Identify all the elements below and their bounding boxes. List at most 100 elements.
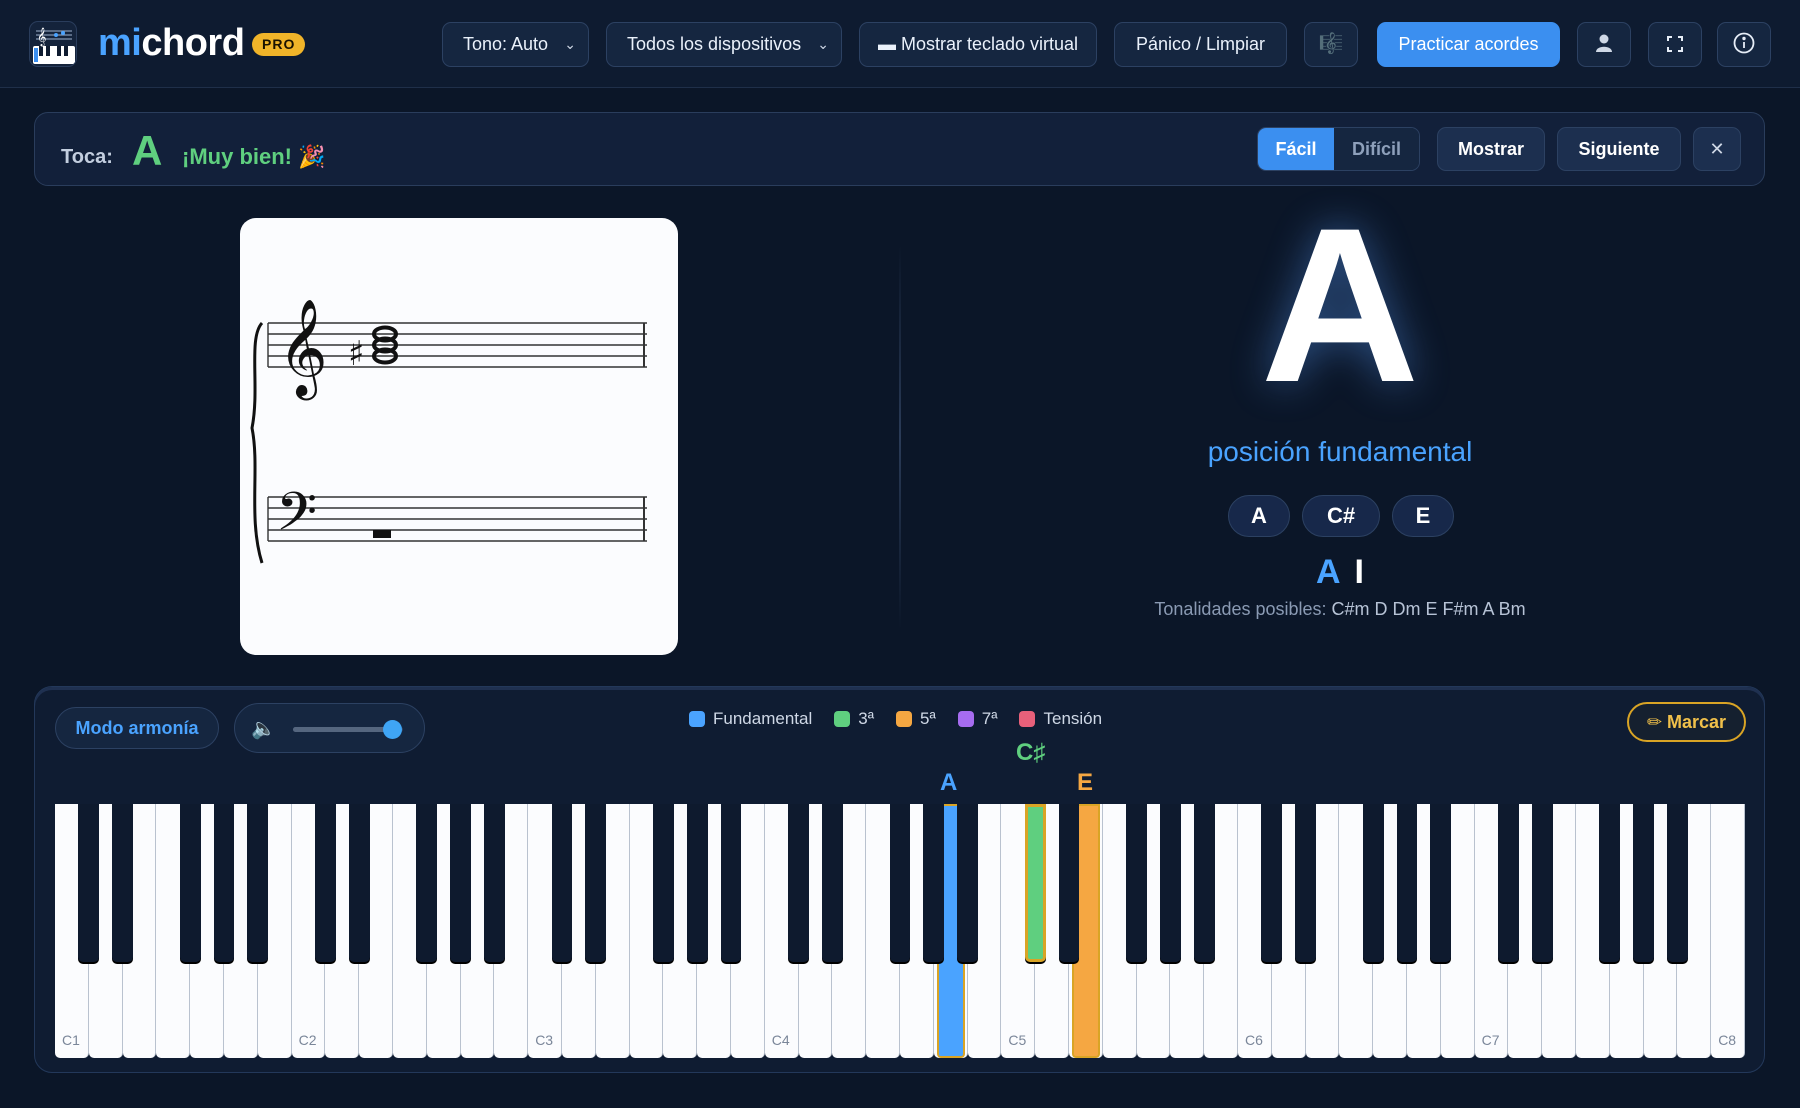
roman-numeral-analysis: AI (1140, 553, 1540, 592)
black-key-d-sharp7[interactable] (1531, 804, 1553, 962)
mark-button[interactable]: ✏ Marcar (1627, 702, 1746, 742)
device-select-value: Todos los dispositivos (627, 34, 802, 54)
black-key-c-sharp2[interactable] (314, 804, 336, 962)
octave-label: C1 (62, 1032, 80, 1048)
prompt-label: Toca: (61, 146, 113, 168)
black-key-d-sharp6[interactable] (1295, 804, 1317, 962)
chord-inversion: posición fundamental (1207, 436, 1473, 467)
legend-item-tension: Tensión (1019, 707, 1102, 731)
device-select[interactable]: Todos los dispositivos ⌄ (606, 22, 842, 67)
feedback-message: ¡Muy bien! 🎉 (182, 144, 326, 169)
treble-clef-icon: 𝄞 (278, 298, 328, 400)
legend-label: 5ª (919, 709, 936, 728)
grand-staff: 𝄞 𝄢 ♯ (250, 298, 647, 564)
legend-item-third: 3ª (834, 707, 874, 731)
black-key-a-sharp4[interactable] (957, 804, 979, 962)
brace (250, 321, 264, 564)
sheet-music-icon: 🎼 (1318, 33, 1344, 55)
chord-note-pill: E (1392, 495, 1454, 537)
black-key-d-sharp3[interactable] (585, 804, 607, 962)
black-key-d-sharp2[interactable] (348, 804, 370, 962)
black-key-d-sharp4[interactable] (821, 804, 843, 962)
highlight-label-third: C♯ (1016, 739, 1046, 766)
show-answer-button[interactable]: Mostrar (1437, 127, 1545, 171)
black-key-d-sharp1[interactable] (112, 804, 134, 962)
black-key-a-sharp6[interactable] (1430, 804, 1452, 962)
black-key-g-sharp7[interactable] (1633, 804, 1655, 962)
legend-item-root: Fundamental (689, 707, 812, 731)
black-key-f-sharp1[interactable] (179, 804, 201, 962)
black-key-f-sharp4[interactable] (889, 804, 911, 962)
black-key-a-sharp1[interactable] (247, 804, 269, 962)
legend-item-fifth: 5ª (895, 707, 936, 731)
difficulty-hard-button[interactable]: Difícil (1334, 128, 1419, 170)
chevron-down-icon: ⌄ (817, 36, 829, 52)
possible-keys: Tonalidades posibles: C#m D Dm E F#m A B… (1040, 599, 1640, 620)
difficulty-toggle: Fácil Difícil (1257, 127, 1420, 171)
black-key-g-sharp4[interactable] (923, 804, 945, 962)
legend-label: Fundamental (713, 709, 813, 728)
octave-label: C7 (1481, 1032, 1500, 1048)
volume-slider-handle[interactable] (383, 720, 402, 739)
fullscreen-button[interactable] (1648, 22, 1702, 67)
roman-numeral: I (1354, 553, 1364, 591)
difficulty-easy-button[interactable]: Fácil (1258, 128, 1334, 170)
black-key-c-sharp1[interactable] (78, 804, 100, 962)
black-key-f-sharp7[interactable] (1599, 804, 1621, 962)
panic-clear-button[interactable]: Pánico / Limpiar (1114, 22, 1287, 67)
black-key-a-sharp2[interactable] (483, 804, 505, 962)
white-key-c8[interactable]: C8 (1711, 804, 1745, 1058)
svg-text:𝄞: 𝄞 (37, 27, 46, 47)
octave-label: C5 (1008, 1032, 1027, 1048)
black-key-g-sharp2[interactable] (450, 804, 472, 962)
chord-note-pill: C# (1302, 495, 1380, 537)
close-practice-button[interactable]: ✕ (1693, 127, 1741, 171)
app-logo-icon: 𝄞 (29, 21, 77, 67)
legend-swatch (1019, 711, 1036, 727)
highlight-label-fifth: E (1077, 769, 1094, 796)
legend-swatch (834, 711, 851, 727)
black-key-d-sharp5[interactable] (1058, 804, 1080, 962)
key-highlight (1024, 804, 1046, 962)
black-key-f-sharp5[interactable] (1126, 804, 1148, 962)
pro-badge: PRO (252, 33, 306, 56)
speaker-icon[interactable]: 🔈 (251, 716, 276, 741)
black-key-c-sharp4[interactable] (788, 804, 810, 962)
black-key-f-sharp6[interactable] (1362, 804, 1384, 962)
black-key-g-sharp3[interactable] (686, 804, 708, 962)
black-key-f-sharp2[interactable] (416, 804, 438, 962)
black-key-g-sharp5[interactable] (1159, 804, 1181, 962)
user-icon (1594, 33, 1614, 55)
black-key-c-sharp6[interactable] (1261, 804, 1283, 962)
key-select[interactable]: Tono: Auto ⌄ (442, 22, 589, 67)
volume-control: 🔈 (234, 703, 425, 753)
harmony-mode-button[interactable]: Modo armonía (55, 707, 219, 749)
black-key-a-sharp7[interactable] (1666, 804, 1688, 962)
piano-keyboard[interactable]: C1 C2 C3 C4 C5 C6 C7 C8 (55, 804, 1745, 1058)
octave-label: C6 (1245, 1032, 1263, 1048)
black-key-c-sharp7[interactable] (1497, 804, 1519, 962)
bass-clef-icon: 𝄢 (276, 482, 317, 556)
black-key-g-sharp6[interactable] (1396, 804, 1418, 962)
practice-chords-button[interactable]: Practicar acordes (1377, 22, 1560, 67)
info-button[interactable] (1717, 22, 1771, 67)
user-button[interactable] (1577, 22, 1631, 67)
score-view-button[interactable]: 🎼 (1304, 22, 1358, 67)
legend-swatch (957, 711, 974, 727)
legend-swatch (895, 711, 912, 727)
roman-key: A (1315, 553, 1341, 591)
black-key-a-sharp5[interactable] (1193, 804, 1215, 962)
close-icon: ✕ (1709, 139, 1725, 159)
app-title: michord (98, 22, 245, 64)
info-icon (1733, 32, 1755, 55)
black-key-g-sharp1[interactable] (213, 804, 235, 962)
black-key-f-sharp3[interactable] (652, 804, 674, 962)
show-virtual-keyboard-button[interactable]: ▬ Mostrar teclado virtual (859, 22, 1097, 67)
next-chord-button[interactable]: Siguiente (1557, 127, 1681, 171)
black-key-c-sharp5[interactable] (1024, 804, 1046, 962)
legend-label: Tensión (1043, 709, 1103, 728)
chord-note-pill: A (1228, 495, 1290, 537)
black-key-a-sharp3[interactable] (720, 804, 742, 962)
volume-slider[interactable] (293, 720, 403, 739)
black-key-c-sharp3[interactable] (551, 804, 573, 962)
